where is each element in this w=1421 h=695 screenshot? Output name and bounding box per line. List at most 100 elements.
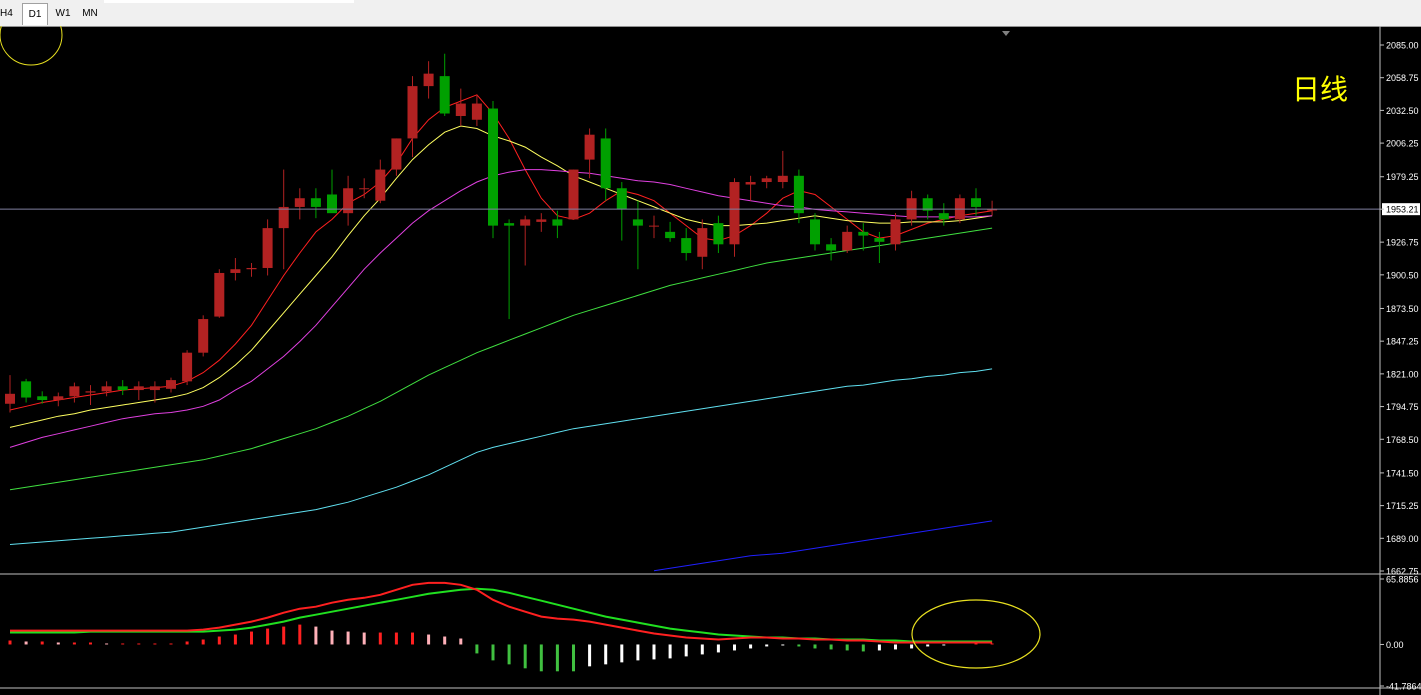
candle-body xyxy=(166,380,176,389)
macd-histogram-bar xyxy=(910,644,914,649)
macd-histogram-bar xyxy=(636,644,640,661)
macd-histogram-bar xyxy=(733,644,736,651)
macd-histogram-bar xyxy=(411,632,414,645)
price-tick-label: 1979.25 xyxy=(1386,172,1419,182)
tabbar-divider xyxy=(104,0,354,3)
macd-histogram-bar xyxy=(217,636,221,645)
macd-histogram-bar xyxy=(894,644,897,650)
candle-body xyxy=(439,76,450,114)
macd-histogram-bar xyxy=(797,644,801,647)
candle-body xyxy=(85,391,96,393)
candle-body xyxy=(262,228,273,268)
price-tick-label: 1953.21 xyxy=(1386,205,1419,215)
macd-histogram-bar xyxy=(942,644,946,646)
macd-histogram-bar xyxy=(652,644,656,660)
candle-body xyxy=(182,352,193,382)
tab-w1[interactable]: W1 xyxy=(50,3,76,24)
macd-histogram-bar xyxy=(105,643,109,645)
macd-histogram-bar xyxy=(781,644,785,646)
candle-body xyxy=(729,182,740,245)
candle-body xyxy=(214,272,225,317)
price-tick-label: 1873.50 xyxy=(1386,304,1419,314)
macd-histogram-bar xyxy=(765,644,769,647)
tab-mn[interactable]: MN xyxy=(78,3,102,24)
price-tick-label: 1847.25 xyxy=(1386,337,1419,347)
candle-body xyxy=(536,219,547,222)
ma-line-2 xyxy=(9,169,993,448)
candle-body xyxy=(713,223,724,245)
candle-body xyxy=(649,225,659,227)
ma-line-3 xyxy=(9,227,993,491)
candle-body xyxy=(375,169,386,201)
candle-body xyxy=(359,188,370,190)
macd-histogram-bar xyxy=(427,634,431,645)
candle-body xyxy=(520,219,531,226)
macd-histogram-bar xyxy=(507,644,511,665)
candle-body xyxy=(938,213,949,220)
price-tick-label: 1926.75 xyxy=(1386,238,1419,248)
macd-histogram-bar xyxy=(588,644,592,667)
macd-histogram-bar xyxy=(153,643,157,645)
macd-signal-line xyxy=(10,587,993,643)
macd-histogram-bar xyxy=(282,626,286,645)
candle-body xyxy=(198,319,209,353)
macd-histogram-bar xyxy=(861,644,865,652)
candle-body xyxy=(246,267,257,270)
macd-histogram-bar xyxy=(121,643,125,645)
candle-body xyxy=(745,182,756,185)
candlestick-panel xyxy=(0,53,1380,572)
chart-caption: 日线 xyxy=(1292,73,1349,106)
price-tick-label: 1821.00 xyxy=(1386,369,1419,379)
macd-histogram-bar xyxy=(926,644,930,647)
candle-body xyxy=(310,198,321,207)
candle-body xyxy=(471,103,482,120)
candle-body xyxy=(761,178,772,183)
candle-body xyxy=(5,393,15,404)
price-chart[interactable]: 2085.00 2058.75 2032.50 2006.25 1979.25 1953.… xyxy=(0,26,1421,695)
tab-h4[interactable]: H4 xyxy=(0,3,18,24)
candle-body xyxy=(37,396,48,401)
price-tick-label: 2085.00 xyxy=(1386,41,1419,51)
price-axis: 2085.00 2058.75 2032.50 2006.25 1979.25 1953.… xyxy=(0,26,1421,695)
candle-body xyxy=(21,381,32,398)
candle-body xyxy=(117,386,128,391)
price-tick-label: 2032.50 xyxy=(1386,106,1419,116)
candle-body xyxy=(600,138,611,189)
macd-histogram-bar xyxy=(572,644,575,672)
candle-body xyxy=(616,188,627,210)
ma-line-1 xyxy=(9,125,993,428)
macd-histogram-bar xyxy=(459,638,463,645)
macd-histogram-bar xyxy=(378,632,382,645)
candle-body xyxy=(874,238,885,242)
tab-d1[interactable]: D1 xyxy=(22,3,48,25)
ma-line-4 xyxy=(9,368,993,545)
candle-body xyxy=(391,138,402,170)
ma-line-5 xyxy=(653,520,993,572)
candle-body xyxy=(552,219,563,226)
macd-histogram-bar xyxy=(749,644,753,649)
macd-histogram-bar xyxy=(829,644,833,650)
shift-marker-icon xyxy=(1002,31,1010,36)
macd-histogram-bar xyxy=(24,641,28,645)
macd-histogram-bar xyxy=(362,632,366,645)
price-tick-label: 2058.75 xyxy=(1386,73,1419,83)
candle-body xyxy=(407,86,418,139)
macd-histogram-bar xyxy=(266,628,270,645)
macd-histogram-bar xyxy=(8,640,12,645)
candle-body xyxy=(133,386,144,391)
macd-histogram-bar xyxy=(169,643,173,645)
annotation-circle-tab xyxy=(0,26,63,66)
macd-histogram-bar xyxy=(298,624,302,645)
macd-histogram-bar xyxy=(89,642,92,645)
candle-body xyxy=(568,169,579,220)
candle-body xyxy=(971,198,981,207)
macd-histogram-bar xyxy=(716,644,720,653)
timeframe-tabbar: H4 D1 W1 MN xyxy=(0,0,1421,27)
macd-histogram-bar xyxy=(845,644,849,651)
macd-histogram-bar xyxy=(604,644,608,665)
macd-histogram-bar xyxy=(990,643,994,645)
candle-body xyxy=(53,396,64,401)
macd-histogram-bar xyxy=(491,644,495,661)
ma-line-0 xyxy=(9,94,993,411)
macd-histogram-bar xyxy=(137,643,141,645)
